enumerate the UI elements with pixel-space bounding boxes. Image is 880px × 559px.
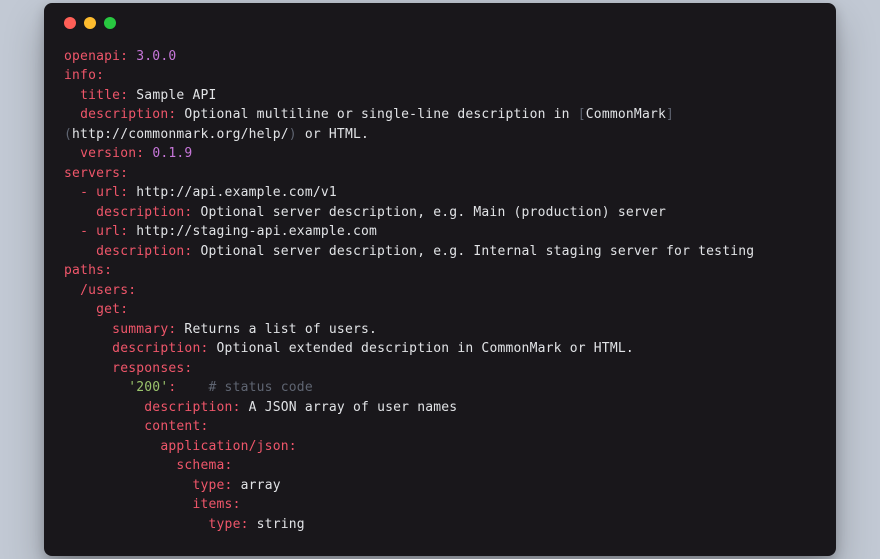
val-resp-desc: A JSON array of user names bbox=[249, 400, 458, 415]
window-titlebar bbox=[64, 17, 816, 29]
status-colon: : bbox=[168, 380, 176, 395]
link-rp: ) bbox=[289, 127, 297, 142]
val-summary: Returns a list of users. bbox=[184, 322, 377, 337]
close-icon[interactable] bbox=[64, 17, 76, 29]
key-users: /users: bbox=[80, 283, 136, 298]
val-desc-1: Optional server description, e.g. Main (… bbox=[200, 205, 666, 220]
val-url-2: http://staging-api.example.com bbox=[136, 224, 377, 239]
key-appjson: application/json: bbox=[160, 439, 296, 454]
link-rb: ] bbox=[666, 107, 674, 122]
stage: openapi: 3.0.0 info: title: Sample API d… bbox=[0, 0, 880, 559]
link-lp: ( bbox=[64, 127, 72, 142]
key-desc-2: description: bbox=[96, 244, 192, 259]
link-lb: [ bbox=[578, 107, 586, 122]
zoom-icon[interactable] bbox=[104, 17, 116, 29]
key-get-desc: description: bbox=[112, 341, 208, 356]
val-info-desc-pre: Optional multiline or single-line descri… bbox=[184, 107, 577, 122]
key-summary: summary: bbox=[112, 322, 176, 337]
val-type-string: string bbox=[257, 517, 305, 532]
key-servers: servers: bbox=[64, 166, 128, 181]
val-info-desc-post: or HTML. bbox=[297, 127, 369, 142]
key-responses: responses: bbox=[112, 361, 192, 376]
key-url-2: - url: bbox=[80, 224, 128, 239]
val-type-array: array bbox=[241, 478, 281, 493]
key-type-1: type: bbox=[192, 478, 232, 493]
minimize-icon[interactable] bbox=[84, 17, 96, 29]
key-desc-1: description: bbox=[96, 205, 192, 220]
key-type-2: type: bbox=[208, 517, 248, 532]
key-description: description: bbox=[80, 107, 176, 122]
key-info: info: bbox=[64, 68, 104, 83]
link-text: CommonMark bbox=[586, 107, 666, 122]
val-url-1: http://api.example.com/v1 bbox=[136, 185, 337, 200]
key-schema: schema: bbox=[176, 458, 232, 473]
key-paths: paths: bbox=[64, 263, 112, 278]
key-openapi: openapi: bbox=[64, 49, 128, 64]
code-block: openapi: 3.0.0 info: title: Sample API d… bbox=[64, 47, 816, 535]
key-items: items: bbox=[192, 497, 240, 512]
val-desc-2: Optional server description, e.g. Intern… bbox=[200, 244, 754, 259]
link-url: http://commonmark.org/help/ bbox=[72, 127, 289, 142]
val-openapi: 3.0.0 bbox=[136, 49, 176, 64]
val-version: 0.1.9 bbox=[152, 146, 192, 161]
key-resp-desc: description: bbox=[144, 400, 240, 415]
key-version: version: bbox=[80, 146, 144, 161]
key-content: content: bbox=[144, 419, 208, 434]
comment-status: # status code bbox=[209, 380, 313, 395]
key-url-1: - url: bbox=[80, 185, 128, 200]
val-title: Sample API bbox=[136, 88, 216, 103]
key-status-200: '200' bbox=[128, 380, 168, 395]
key-get: get: bbox=[96, 302, 128, 317]
code-window: openapi: 3.0.0 info: title: Sample API d… bbox=[44, 3, 836, 557]
key-title: title: bbox=[80, 88, 128, 103]
val-get-desc: Optional extended description in CommonM… bbox=[217, 341, 634, 356]
